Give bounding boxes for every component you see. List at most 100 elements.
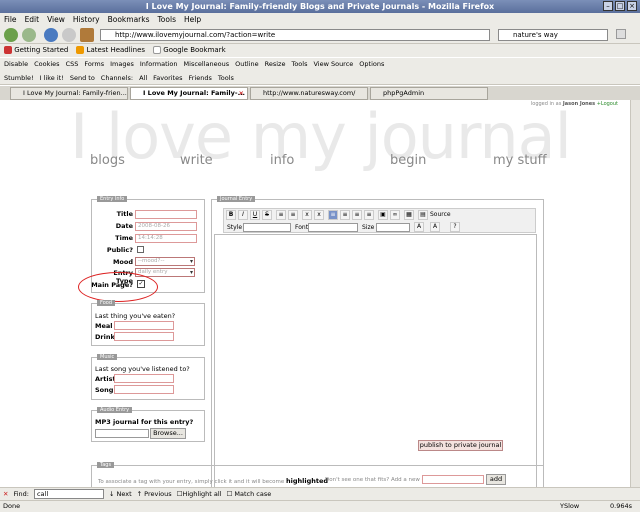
vertical-scrollbar[interactable] <box>630 100 640 487</box>
source-label: Source <box>430 211 451 218</box>
underline-button[interactable]: U <box>250 210 260 220</box>
stumble-button[interactable]: Stumble! <box>4 71 34 84</box>
table-icon[interactable]: ▦ <box>404 210 414 220</box>
song-input[interactable] <box>114 385 174 394</box>
tab-2-active[interactable]: I Love My Journal: Family-... × <box>130 87 248 100</box>
tags-hint: To associate a tag with your entry, simp… <box>98 477 329 485</box>
audio-file-input[interactable] <box>95 429 149 438</box>
subscript-icon[interactable]: x <box>302 210 312 220</box>
tab-4[interactable]: phpPgAdmin <box>370 87 488 100</box>
align-right-icon[interactable]: ≡ <box>352 210 362 220</box>
new-tag-input[interactable] <box>422 475 484 484</box>
title-input[interactable] <box>135 210 197 219</box>
menu-history[interactable]: History <box>73 13 100 26</box>
favorites-button[interactable]: Favorites <box>153 71 182 84</box>
help-icon[interactable]: ? <box>450 222 460 232</box>
tab-1[interactable]: I Love My Journal: Family-frien... <box>10 87 128 100</box>
search-box[interactable]: nature's way <box>498 29 608 41</box>
nav-my-stuff[interactable]: my stuff <box>493 153 547 168</box>
close-button[interactable]: × <box>627 1 637 11</box>
dev-cookies[interactable]: Cookies <box>34 58 59 71</box>
unordered-list-icon[interactable]: ≡ <box>288 210 298 220</box>
dev-css[interactable]: CSS <box>66 58 79 71</box>
align-center-icon[interactable]: ≡ <box>340 210 350 220</box>
font-select[interactable] <box>308 223 358 232</box>
nav-write[interactable]: write <box>180 153 213 168</box>
highlight-all-button[interactable]: ☐Highlight all <box>177 490 222 498</box>
tab-3[interactable]: http://www.naturesway.com/ <box>250 87 368 100</box>
find-previous-button[interactable]: ↑ Previous <box>137 490 172 498</box>
align-left-icon[interactable]: ≡ <box>328 210 338 220</box>
back-button[interactable] <box>4 28 18 42</box>
dev-tools[interactable]: Tools <box>291 58 307 71</box>
dev-miscellaneous[interactable]: Miscellaneous <box>184 58 230 71</box>
drink-input[interactable] <box>114 332 174 341</box>
like-button[interactable]: I like it! <box>40 71 64 84</box>
stumble-tools[interactable]: Tools <box>218 71 234 84</box>
menu-tools[interactable]: Tools <box>158 13 176 26</box>
drink-label: Drink <box>95 333 115 341</box>
italic-button[interactable]: I <box>238 210 248 220</box>
dev-outline[interactable]: Outline <box>235 58 259 71</box>
size-select[interactable] <box>376 223 410 232</box>
publish-button[interactable]: publish to private journal <box>418 440 503 451</box>
menu-view[interactable]: View <box>47 13 65 26</box>
close-find-icon[interactable]: ✕ <box>3 490 8 498</box>
dev-images[interactable]: Images <box>110 58 134 71</box>
dev-information[interactable]: Information <box>140 58 178 71</box>
all-channel[interactable]: All <box>139 71 147 84</box>
mood-select[interactable]: --mood?-- <box>135 257 195 266</box>
superscript-icon[interactable]: x <box>314 210 324 220</box>
maximize-button[interactable]: □ <box>615 1 625 11</box>
menu-edit[interactable]: Edit <box>25 13 40 26</box>
source-icon[interactable]: ▤ <box>418 210 428 220</box>
home-button[interactable] <box>80 28 94 42</box>
find-input[interactable]: call <box>33 489 104 499</box>
logout-link[interactable]: +Logout <box>597 101 618 107</box>
nav-info[interactable]: info <box>270 153 294 168</box>
minimize-button[interactable]: – <box>603 1 613 11</box>
bookmark-getting-started[interactable]: Getting Started <box>4 44 68 57</box>
stop-button[interactable] <box>62 28 76 42</box>
yslow-label[interactable]: YSlow <box>560 501 579 512</box>
friends-button[interactable]: Friends <box>189 71 212 84</box>
reload-button[interactable] <box>44 28 58 42</box>
browse-button[interactable]: Browse... <box>150 428 186 439</box>
meal-input[interactable] <box>114 321 174 330</box>
ordered-list-icon[interactable]: ≡ <box>276 210 286 220</box>
align-justify-icon[interactable]: ≡ <box>364 210 374 220</box>
meal-label: Meal <box>95 322 113 330</box>
background-color-icon[interactable]: A <box>430 222 440 232</box>
bookmark-google[interactable]: Google Bookmark <box>153 44 226 57</box>
menu-bookmarks[interactable]: Bookmarks <box>108 13 150 26</box>
menu-help[interactable]: Help <box>184 13 201 26</box>
dev-resize[interactable]: Resize <box>265 58 286 71</box>
date-input[interactable]: 2008-08-26 <box>135 222 197 231</box>
menu-file[interactable]: File <box>4 13 17 26</box>
status-bar: Done YSlow 0.964s <box>0 500 640 512</box>
dev-forms[interactable]: Forms <box>84 58 104 71</box>
public-checkbox[interactable] <box>137 246 144 253</box>
text-color-icon[interactable]: A <box>414 222 424 232</box>
bold-button[interactable]: B <box>226 210 236 220</box>
match-case-checkbox[interactable]: ☐ Match case <box>226 490 271 498</box>
dev-disable[interactable]: Disable <box>4 58 28 71</box>
dev-options[interactable]: Options <box>359 58 384 71</box>
search-icon[interactable] <box>616 29 626 39</box>
time-input[interactable]: 14:14:28 <box>135 234 197 243</box>
nav-blogs[interactable]: blogs <box>90 153 125 168</box>
find-next-button[interactable]: ↓ Next <box>109 490 132 498</box>
forward-button[interactable] <box>22 28 36 42</box>
dev-view-source[interactable]: View Source <box>313 58 353 71</box>
artist-input[interactable] <box>114 374 174 383</box>
nav-begin[interactable]: begin <box>390 153 426 168</box>
send-to-button[interactable]: Send to <box>70 71 95 84</box>
link-icon[interactable]: ∞ <box>390 210 400 220</box>
close-tab-icon[interactable]: × <box>239 88 244 99</box>
url-bar[interactable]: http://www.ilovemyjournal.com/?action=wr… <box>100 29 490 41</box>
bookmark-latest-headlines[interactable]: Latest Headlines <box>76 44 145 57</box>
add-tag-button[interactable]: add <box>486 474 506 485</box>
image-icon[interactable]: ▣ <box>378 210 388 220</box>
strikethrough-button[interactable]: S <box>262 210 272 220</box>
style-select[interactable] <box>243 223 291 232</box>
